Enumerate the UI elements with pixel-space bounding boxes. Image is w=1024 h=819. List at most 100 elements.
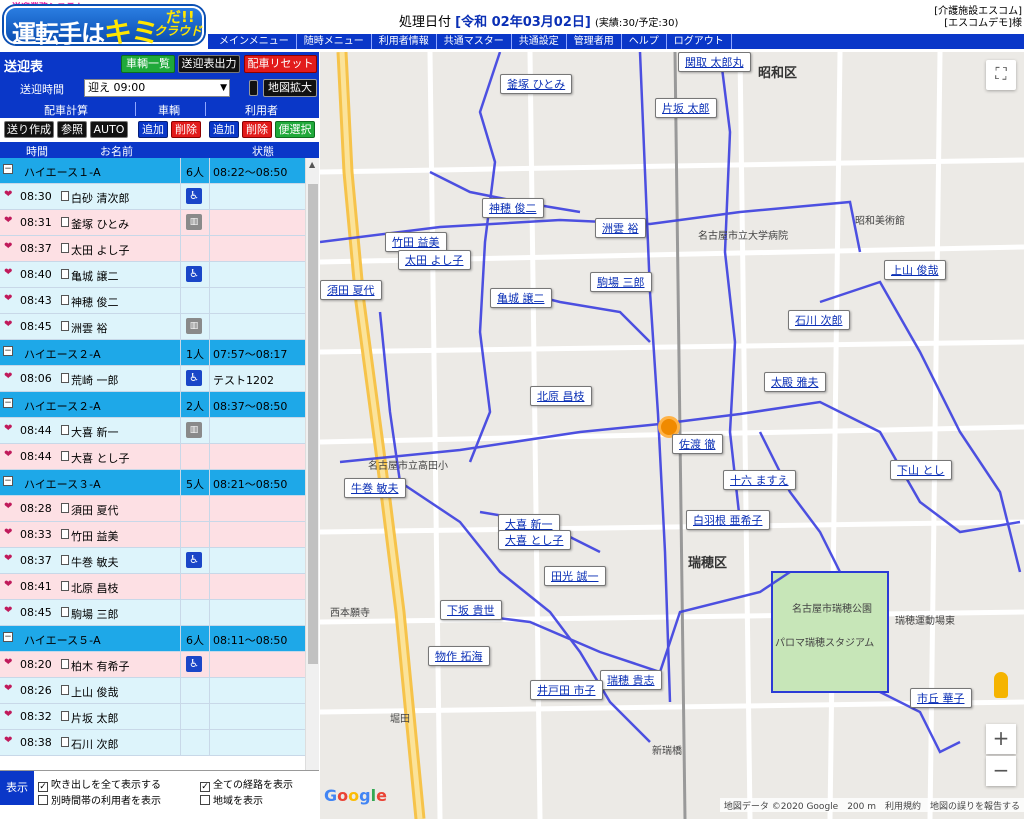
chevron-down-icon[interactable]: ❤ — [4, 605, 12, 616]
chevron-down-icon[interactable]: ❤ — [4, 371, 12, 382]
scroll-up-icon[interactable]: ▲ — [309, 160, 315, 169]
map-user-pin[interactable]: 駒場 三郎 — [590, 272, 652, 292]
collapse-icon[interactable]: − — [3, 476, 13, 486]
chevron-down-icon[interactable]: ❤ — [4, 735, 12, 746]
add-user-button[interactable]: 追加 — [209, 121, 239, 138]
user-name[interactable]: 神穂 俊二 — [71, 294, 119, 310]
document-icon[interactable] — [61, 711, 69, 721]
user-row[interactable]: ❤ 08:37 牛巻 敏夫 ♿ — [0, 548, 305, 574]
auto-button[interactable]: AUTO — [90, 121, 128, 138]
map-user-pin[interactable]: 洲雲 裕 — [595, 218, 646, 238]
checkbox-checked-icon[interactable]: ✓ — [200, 782, 210, 792]
vehicle-list-button[interactable]: 車輌一覧 — [121, 55, 175, 73]
user-row[interactable]: ❤ 08:26 上山 俊哉 — [0, 678, 305, 704]
user-row[interactable]: ❤ 08:37 太田 よし子 — [0, 236, 305, 262]
document-icon[interactable] — [61, 321, 69, 331]
delete-user-button[interactable]: 削除 — [242, 121, 272, 138]
menu-common-master[interactable]: 共通マスター — [437, 34, 512, 49]
checkbox-empty-icon[interactable] — [200, 795, 210, 805]
map-user-pin[interactable]: 亀城 譲二 — [490, 288, 552, 308]
user-row[interactable]: ❤ 08:30 白砂 清次郎 ♿ — [0, 184, 305, 210]
chevron-down-icon[interactable]: ❤ — [4, 319, 12, 330]
map-user-pin[interactable]: 竹田 益美 — [385, 232, 447, 252]
chevron-down-icon[interactable]: ❤ — [4, 657, 12, 668]
user-name[interactable]: 竹田 益美 — [71, 528, 119, 544]
collapse-icon[interactable]: − — [3, 164, 13, 174]
menu-main[interactable]: メインメニュー — [212, 34, 297, 49]
map-user-pin[interactable]: 片坂 太郎 — [655, 98, 717, 118]
user-name[interactable]: 洲雲 裕 — [71, 320, 108, 336]
user-row[interactable]: ❤ 08:43 神穂 俊二 — [0, 288, 305, 314]
user-row[interactable]: ❤ 08:06 荒崎 一郎 ♿ テスト1202 — [0, 366, 305, 392]
menu-user-info[interactable]: 利用者情報 — [372, 34, 437, 49]
map-zoom-button[interactable]: 地図拡大 — [263, 79, 317, 97]
user-name[interactable]: 駒場 三郎 — [71, 606, 119, 622]
map-user-pin[interactable]: 北原 昌枝 — [530, 386, 592, 406]
option-show-all-balloons[interactable]: ✓ 吹き出しを全て表示する — [38, 776, 161, 792]
document-icon[interactable] — [61, 269, 69, 279]
document-icon[interactable] — [61, 555, 69, 565]
fullscreen-icon[interactable]: ⛶ — [986, 60, 1016, 90]
schedule-print-button[interactable]: 送迎表出力 — [178, 55, 240, 73]
document-icon[interactable] — [61, 425, 69, 435]
user-name[interactable]: 上山 俊哉 — [71, 684, 119, 700]
reference-button[interactable]: 参照 — [57, 121, 87, 138]
collapse-icon[interactable]: − — [3, 398, 13, 408]
scroll-thumb[interactable] — [308, 184, 318, 664]
street-view-pegman-icon[interactable] — [994, 672, 1008, 698]
user-row[interactable]: ❤ 08:38 石川 次郎 — [0, 730, 305, 756]
menu-adhoc[interactable]: 随時メニュー — [297, 34, 372, 49]
map-attribution[interactable]: 地図データ ©2020 Google 200 m 利用規約 地図の誤りを報告する — [719, 798, 1024, 812]
menu-help[interactable]: ヘルプ — [622, 34, 667, 49]
select-trip-button[interactable]: 便選択 — [275, 121, 315, 138]
map-user-pin[interactable]: 下坂 貴世 — [440, 600, 502, 620]
map-user-pin[interactable]: 井戸田 市子 — [530, 680, 603, 700]
user-row[interactable]: ❤ 08:20 柏木 有希子 ♿ — [0, 652, 305, 678]
route-map[interactable]: 昭和区 瑞穂区 名古屋市瑞穂公園 パロマ瑞穂スタジアム 名古屋市立大学病院 昭和… — [320, 52, 1024, 819]
user-row[interactable]: ❤ 08:40 亀城 譲二 ♿ — [0, 262, 305, 288]
menu-admin[interactable]: 管理者用 — [567, 34, 622, 49]
map-user-pin[interactable]: 牛巻 敏夫 — [344, 478, 406, 498]
transport-time-select[interactable]: 迎え 09:00 ▼ — [84, 79, 230, 97]
user-row[interactable]: ❤ 08:41 北原 昌枝 — [0, 574, 305, 600]
user-name[interactable]: 牛巻 敏夫 — [71, 554, 119, 570]
document-icon[interactable] — [61, 503, 69, 513]
document-icon[interactable] — [61, 191, 69, 201]
chevron-down-icon[interactable]: ❤ — [4, 553, 12, 564]
document-icon[interactable] — [61, 685, 69, 695]
map-user-pin[interactable]: 釜塚 ひとみ — [500, 74, 573, 94]
map-user-pin[interactable]: 石川 次郎 — [788, 310, 850, 330]
zoom-in-button[interactable]: + — [986, 724, 1016, 754]
vehicle-group-row[interactable]: − ハイエース２-A 2人 08:37〜08:50 — [0, 392, 305, 418]
menu-logout[interactable]: ログアウト — [667, 34, 732, 49]
option-show-all-routes[interactable]: ✓ 全ての経路を表示 — [200, 776, 293, 792]
map-user-pin[interactable]: 田光 誠一 — [544, 566, 606, 586]
document-icon[interactable] — [61, 607, 69, 617]
user-name[interactable]: 石川 次郎 — [71, 736, 119, 752]
chevron-down-icon[interactable]: ❤ — [4, 449, 12, 460]
user-name[interactable]: 釜塚 ひとみ — [71, 216, 129, 232]
document-icon[interactable] — [61, 217, 69, 227]
map-user-pin[interactable]: 須田 夏代 — [320, 280, 382, 300]
map-user-pin[interactable]: 上山 俊哉 — [884, 260, 946, 280]
menu-common-settings[interactable]: 共通設定 — [512, 34, 567, 49]
document-icon[interactable] — [61, 451, 69, 461]
option-show-other-timeslot[interactable]: 別時間帯の利用者を表示 — [38, 792, 161, 807]
time-toggle-switch[interactable] — [249, 80, 258, 96]
vehicle-group-row[interactable]: − ハイエース１-A 6人 08:22〜08:50 — [0, 158, 305, 184]
chevron-down-icon[interactable]: ❤ — [4, 579, 12, 590]
document-icon[interactable] — [61, 737, 69, 747]
user-row[interactable]: ❤ 08:45 洲雲 裕 ▥ — [0, 314, 305, 340]
chevron-down-icon[interactable]: ❤ — [4, 241, 12, 252]
user-row[interactable]: ❤ 08:44 大喜 とし子 — [0, 444, 305, 470]
map-user-pin[interactable]: 十六 ますえ — [723, 470, 796, 490]
user-name[interactable]: 片坂 太郎 — [71, 710, 119, 726]
create-dropoff-button[interactable]: 送り作成 — [4, 121, 54, 138]
user-name[interactable]: 北原 昌枝 — [71, 580, 119, 596]
collapse-icon[interactable]: − — [3, 632, 13, 642]
checkbox-empty-icon[interactable] — [38, 795, 48, 805]
user-name[interactable]: 亀城 譲二 — [71, 268, 119, 284]
user-name[interactable]: 柏木 有希子 — [71, 658, 130, 674]
chevron-down-icon[interactable]: ❤ — [4, 267, 12, 278]
map-user-pin[interactable]: 瑞穂 貴志 — [600, 670, 662, 690]
